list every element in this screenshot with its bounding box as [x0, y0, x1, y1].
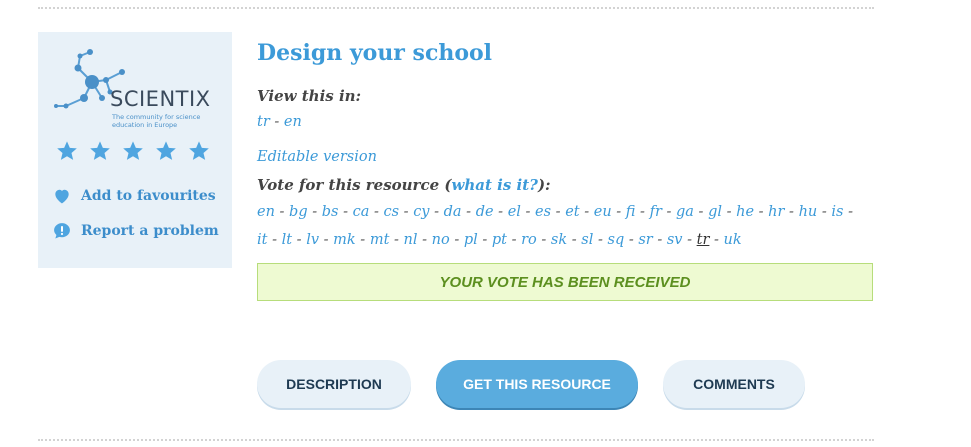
language-link-bg[interactable]: bg	[289, 204, 308, 220]
star-icon[interactable]	[122, 140, 144, 162]
language-link-fr[interactable]: fr	[650, 204, 662, 220]
vote-label: Vote for this resource (what is it?):	[257, 176, 551, 194]
vote-received-notice: YOUR VOTE HAS BEEN RECEIVED	[257, 263, 873, 301]
language-link-et[interactable]: et	[565, 204, 579, 220]
language-link-tr[interactable]: tr	[257, 114, 270, 130]
language-link-da[interactable]: da	[444, 204, 462, 220]
logo-wordmark: SCIENTIX	[110, 87, 211, 111]
language-link-el[interactable]: el	[508, 204, 521, 220]
language-link-lt[interactable]: lt	[282, 232, 292, 248]
report-problem-link[interactable]: Report a problem	[52, 221, 219, 241]
tab-get-this-resource[interactable]: GET THIS RESOURCE	[436, 360, 638, 408]
language-link-gl[interactable]: gl	[708, 204, 722, 220]
language-link-sv[interactable]: sv	[667, 232, 683, 248]
star-icon[interactable]	[155, 140, 177, 162]
tab-comments[interactable]: COMMENTS	[663, 360, 805, 408]
language-link-uk[interactable]: uk	[724, 232, 742, 248]
alert-speech-icon	[54, 223, 70, 239]
language-link-ca[interactable]: ca	[353, 204, 370, 220]
language-link-it[interactable]: it	[257, 232, 267, 248]
language-link-bs[interactable]: bs	[322, 204, 339, 220]
resource-sidebar: SCIENTIX The community for science educa…	[38, 32, 232, 268]
language-link-sq[interactable]: sq	[608, 232, 625, 248]
vote-language-links-row-1: en - bg - bs - ca - cs - cy - da - de - …	[257, 204, 853, 220]
language-link-sl[interactable]: sl	[581, 232, 593, 248]
add-to-favourites-link[interactable]: Add to favourites	[52, 186, 216, 206]
bottom-divider	[38, 439, 874, 441]
language-link-fi[interactable]: fi	[626, 204, 636, 220]
language-link-pt[interactable]: pt	[492, 232, 507, 248]
language-link-nl[interactable]: nl	[404, 232, 418, 248]
what-is-it-link[interactable]: what is it?	[451, 176, 537, 194]
star-icon[interactable]	[89, 140, 111, 162]
language-link-es[interactable]: es	[535, 204, 551, 220]
language-link-en[interactable]: en	[284, 114, 302, 130]
language-link-tr[interactable]: tr	[697, 232, 710, 248]
heart-icon	[55, 189, 69, 204]
favourites-label: Add to favourites	[81, 188, 216, 204]
star-icon[interactable]	[188, 140, 210, 162]
language-link-eu[interactable]: eu	[594, 204, 612, 220]
language-link-hr[interactable]: hr	[768, 204, 784, 220]
language-link-no[interactable]: no	[432, 232, 450, 248]
language-link-cs[interactable]: cs	[384, 204, 400, 220]
language-link-is[interactable]: is	[831, 204, 843, 220]
star-icon[interactable]	[56, 140, 78, 162]
language-link-cy[interactable]: cy	[413, 204, 429, 220]
language-link-lv[interactable]: lv	[306, 232, 319, 248]
language-link-he[interactable]: he	[736, 204, 754, 220]
vote-label-prefix: Vote for this resource (	[257, 176, 452, 194]
resource-title[interactable]: Design your school	[257, 40, 492, 66]
language-link-de[interactable]: de	[476, 204, 494, 220]
vote-label-suffix: ):	[537, 176, 551, 194]
tab-description[interactable]: DESCRIPTION	[257, 360, 411, 408]
view-in-label: View this in:	[257, 87, 362, 105]
editable-version-link[interactable]: Editable version	[257, 149, 377, 165]
language-link-en[interactable]: en	[257, 204, 275, 220]
language-link-mk[interactable]: mk	[333, 232, 356, 248]
language-link-hu[interactable]: hu	[799, 204, 818, 220]
language-link-ga[interactable]: ga	[676, 204, 694, 220]
language-link-ro[interactable]: ro	[521, 232, 537, 248]
language-link-pl[interactable]: pl	[464, 232, 478, 248]
vote-language-links-row-2: it - lt - lv - mk - mt - nl - no - pl - …	[257, 232, 742, 248]
language-link-sr[interactable]: sr	[638, 232, 652, 248]
logo-tagline: The community for science education in E…	[112, 113, 201, 129]
view-language-links: tr - en	[257, 114, 302, 130]
language-link-sk[interactable]: sk	[551, 232, 567, 248]
report-label: Report a problem	[81, 223, 219, 239]
star-rating[interactable]	[56, 140, 210, 162]
language-link-mt[interactable]: mt	[370, 232, 390, 248]
top-divider	[38, 7, 874, 9]
